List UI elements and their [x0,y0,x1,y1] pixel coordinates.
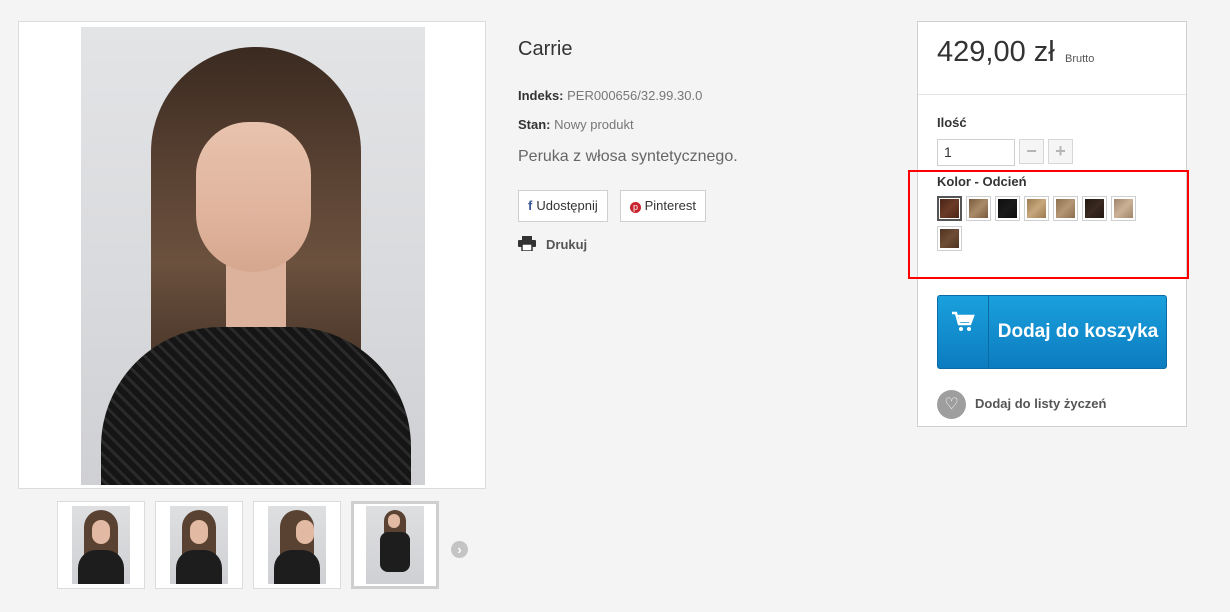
add-to-cart-button[interactable]: Dodaj do koszyka [937,295,1167,369]
add-to-wishlist-link[interactable]: ♡ Dodaj do listy życzeń [937,390,1106,419]
print-label: Drukuj [546,237,588,252]
color-swatch[interactable] [1053,196,1078,221]
color-swatch[interactable] [966,196,991,221]
thumbnail-image [72,506,130,584]
printer-icon [518,236,536,254]
cart-icon [938,296,989,368]
quantity-decrease-button[interactable]: − [1019,139,1044,164]
pinterest-icon: p [630,202,641,213]
facebook-share-button[interactable]: f Udostępnij [518,190,608,222]
thumbnail-image [170,506,228,584]
swatch-color [1114,199,1133,218]
facebook-icon: f [528,198,533,213]
color-swatch[interactable] [937,196,962,221]
add-to-cart-label: Dodaj do koszyka [997,321,1159,342]
pinterest-share-label: Pinterest [644,198,696,213]
product-state: Stan: Nowy produkt [518,117,634,132]
color-swatch[interactable] [937,226,962,251]
main-product-image[interactable] [18,21,486,489]
thumbnail-4[interactable] [351,501,439,589]
photo-lace-top [101,327,411,485]
color-swatch[interactable] [1082,196,1107,221]
thumbnail-image [268,506,326,584]
state-value: Nowy produkt [554,117,634,132]
swatch-color [1085,199,1104,218]
swatch-color [1056,199,1075,218]
pinterest-share-button[interactable]: p Pinterest [620,190,706,222]
color-swatch[interactable] [1111,196,1136,221]
swatch-color [1027,199,1046,218]
heart-icon: ♡ [937,390,966,419]
product-title: Carrie [518,38,573,60]
product-photo [81,27,425,485]
thumbnail-image [366,506,424,584]
index-label: Indeks: [518,88,564,103]
facebook-share-label: Udostępnij [536,198,598,213]
color-swatch[interactable] [995,196,1020,221]
thumbnail-2[interactable] [155,501,243,589]
purchase-box: 429,00 zł Brutto Ilość 1 − + Kolor - Odc… [917,21,1187,427]
color-swatch[interactable] [1024,196,1049,221]
print-link[interactable]: Drukuj [518,236,587,254]
wishlist-label: Dodaj do listy życzeń [975,395,1107,411]
thumbnail-3[interactable] [253,501,341,589]
swatch-color [940,229,959,248]
price-row: 429,00 zł Brutto [918,22,1186,95]
photo-face [196,122,311,272]
quantity-label: Ilość [937,115,967,130]
quantity-input[interactable]: 1 [937,139,1015,166]
swatch-color [940,199,959,218]
state-label: Stan: [518,117,551,132]
price-note: Brutto [1065,53,1095,65]
swatch-color [969,199,988,218]
product-description: Peruka z włosa syntetycznego. [518,148,738,165]
chevron-right-icon[interactable]: › [451,541,468,558]
product-index: Indeks: PER000656/32.99.30.0 [518,88,702,103]
quantity-increase-button[interactable]: + [1048,139,1073,164]
swatch-color [998,199,1017,218]
product-price: 429,00 zł [937,36,1055,68]
index-value: PER000656/32.99.30.0 [567,88,703,103]
thumbnail-1[interactable] [57,501,145,589]
color-label: Kolor - Odcień [937,174,1027,189]
